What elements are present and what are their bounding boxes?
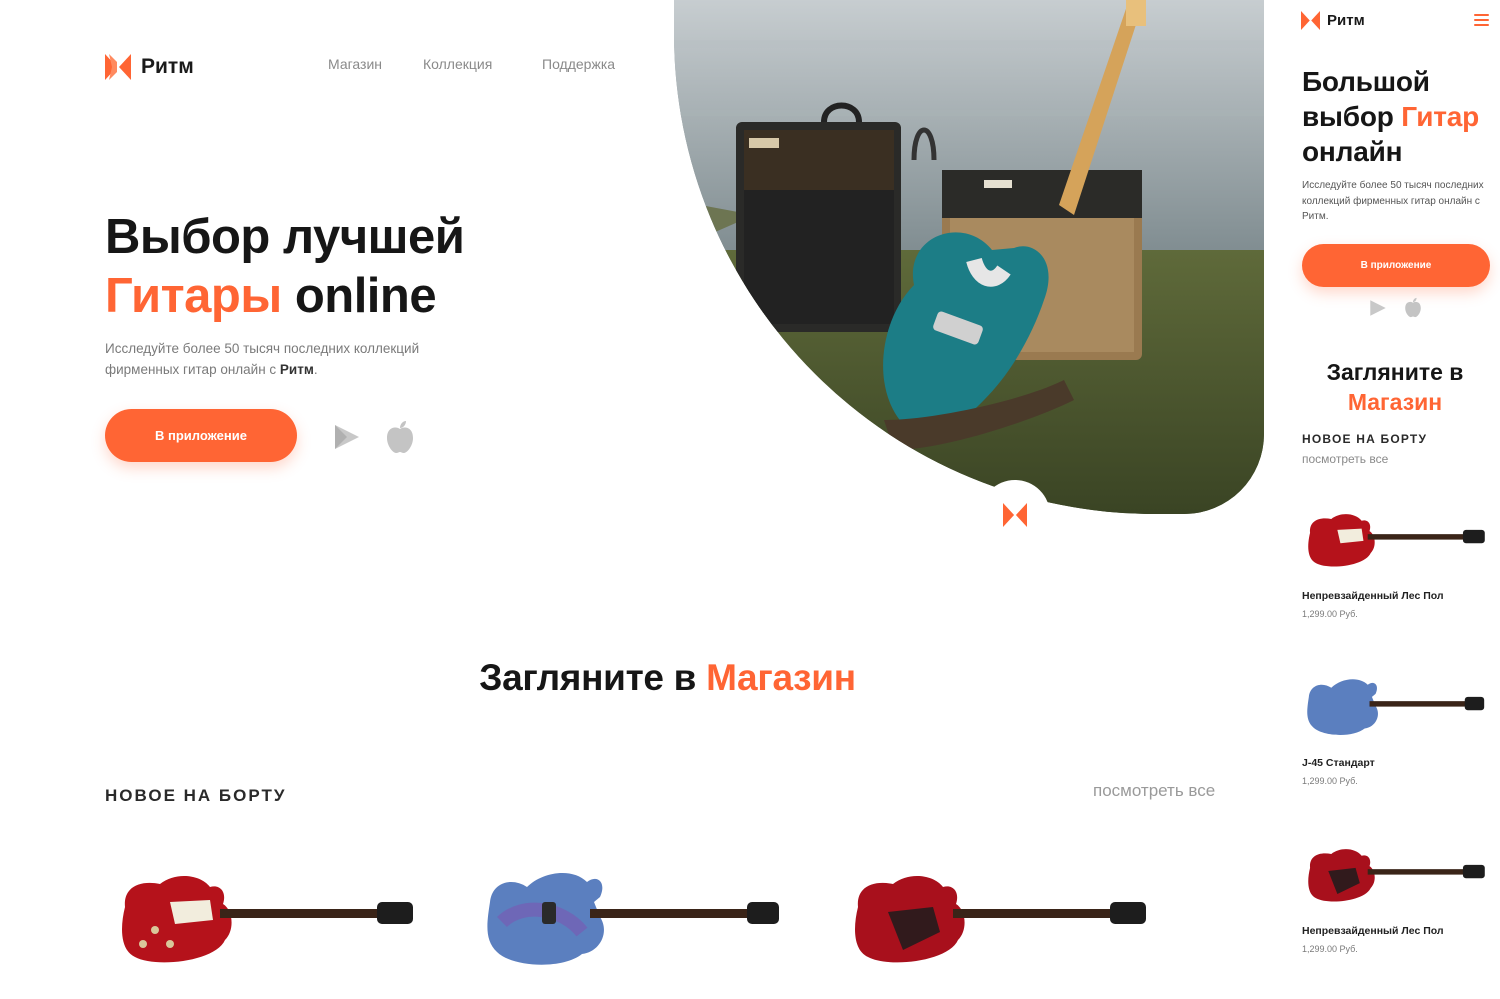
nav-item-support[interactable]: Поддержка — [542, 56, 615, 72]
amps-guitar-image — [674, 0, 1264, 514]
product-guitar-image[interactable] — [1304, 505, 1486, 573]
photo-badge — [980, 480, 1050, 550]
apple-icon[interactable] — [1404, 297, 1422, 318]
shop-section-title: Загляните в Магазин — [0, 657, 1335, 699]
hero-title: Выбор лучшей Гитары online — [105, 208, 465, 326]
hero-title-accent: Гитары — [105, 269, 282, 323]
nav-item-collection[interactable]: Коллекция — [423, 56, 542, 72]
hamburger-menu-icon[interactable] — [1474, 14, 1489, 26]
mobile-title-accent: Гитар — [1401, 101, 1479, 132]
mobile-brand-logo[interactable]: Ритм — [1301, 11, 1365, 30]
apple-icon[interactable] — [385, 420, 415, 454]
brand-name: Ритм — [141, 55, 194, 78]
mobile-hero-title: Большой выбор Гитар онлайн — [1302, 64, 1479, 169]
mobile-title-line2: выбор — [1302, 101, 1402, 132]
product-guitar-image[interactable] — [1304, 672, 1486, 740]
mobile-shop-title: Загляните в Магазин — [1290, 357, 1500, 417]
product-guitar-image[interactable] — [848, 862, 1148, 972]
mobile-shop-line1: Загляните в — [1326, 359, 1464, 385]
main-nav: Магазин Коллекция Поддержка — [328, 56, 615, 72]
mobile-page: Ритм Большой выбор Гитар онлайн Исследуй… — [1290, 0, 1500, 999]
mobile-title-line1: Большой — [1302, 66, 1430, 97]
product-guitar-image[interactable] — [115, 862, 415, 972]
mobile-brand-name: Ритм — [1327, 12, 1365, 29]
mobile-new-arrivals-label: НОВОЕ НА БОРТУ — [1302, 432, 1428, 446]
hero-title-rest: online — [281, 269, 437, 323]
shop-title-accent: Магазин — [706, 657, 856, 698]
product-price: 1,299.00 Руб. — [1302, 776, 1358, 786]
nav-item-shop[interactable]: Магазин — [328, 56, 423, 72]
logo-mark-icon — [1003, 503, 1027, 527]
mobile-view-all-link[interactable]: посмотреть все — [1302, 452, 1388, 466]
hero-description-end: . — [313, 362, 318, 377]
hero-description: Исследуйте более 50 тысяч последних колл… — [105, 338, 475, 380]
new-arrivals-label: НОВОЕ НА БОРТУ — [105, 786, 287, 805]
mobile-title-line3: онлайн — [1302, 136, 1403, 167]
open-app-button[interactable]: В приложение — [105, 409, 297, 462]
view-all-link[interactable]: посмотреть все — [1093, 781, 1215, 801]
product-guitar-image[interactable] — [1304, 840, 1486, 908]
brand-logo[interactable]: Ритм — [105, 54, 194, 80]
desktop-page: Ритм Магазин Коллекция Поддержка Выбор л… — [0, 0, 1290, 999]
hero-photo — [674, 0, 1264, 514]
product-price: 1,299.00 Руб. — [1302, 944, 1358, 954]
hero-title-line1: Выбор лучшей — [105, 210, 465, 264]
logo-mark-icon — [105, 54, 131, 80]
mobile-shop-line2: Магазин — [1347, 389, 1443, 415]
product-name[interactable]: Непревзайденный Лес Пол — [1302, 925, 1444, 937]
hero-description-text: Исследуйте более 50 тысяч последних колл… — [105, 341, 420, 377]
mobile-open-app-button[interactable]: В приложение — [1302, 244, 1490, 287]
mobile-hero-description: Исследуйте более 50 тысяч последних колл… — [1302, 180, 1484, 222]
hero-description-brand: Ритм — [279, 362, 314, 377]
shop-title-prefix: Загляните в — [479, 657, 707, 698]
play-store-icon[interactable] — [1369, 299, 1387, 317]
product-name[interactable]: Непревзайденный Лес Пол — [1302, 590, 1444, 602]
product-guitar-image[interactable] — [482, 862, 782, 972]
product-name[interactable]: J-45 Стандарт — [1302, 757, 1375, 769]
product-price: 1,299.00 Руб. — [1302, 609, 1358, 619]
play-store-icon[interactable] — [333, 423, 361, 451]
logo-mark-icon — [1301, 11, 1320, 30]
